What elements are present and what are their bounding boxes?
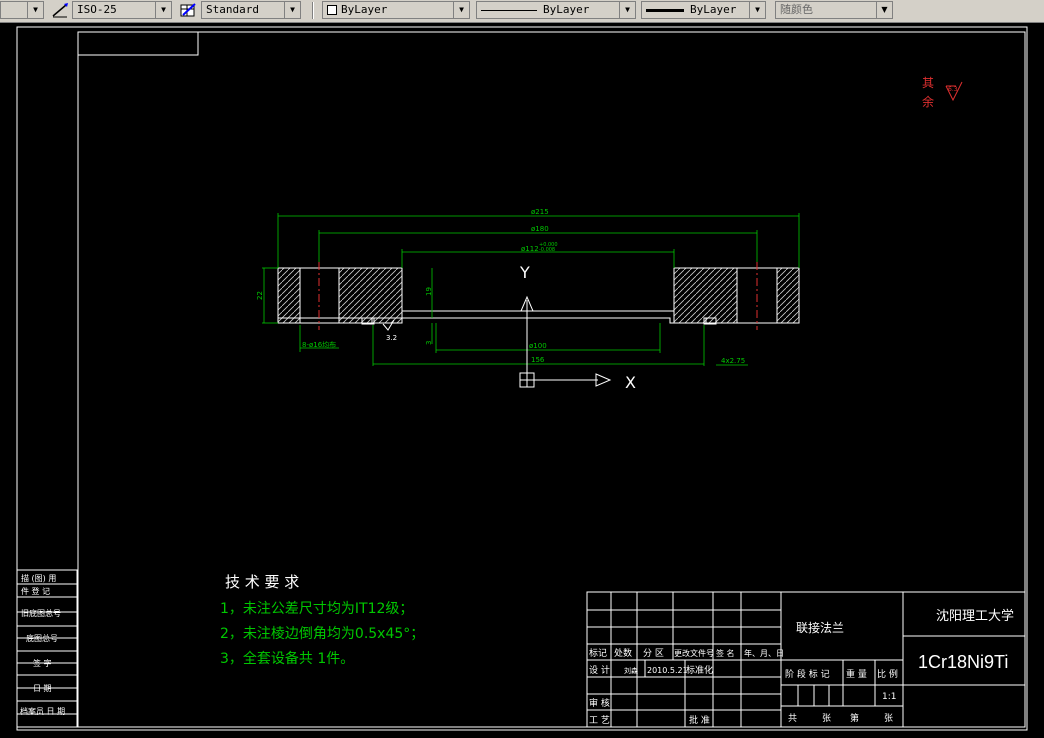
tech-item-1: 1，未注公差尺寸均为IT12级； [220,601,413,617]
ucs-icon: Y X [519,263,636,392]
color-value: ByLayer [341,3,388,16]
drawing-canvas[interactable]: 其 余 6.3 3.2 ø215 ø180 ø112 +0.000 -0.008… [0,22,1044,738]
side-label: 签 字 [33,658,52,668]
dim-outer-dia: ø215 [531,208,549,216]
axis-x-label: X [625,373,636,392]
color-swatch-icon [327,5,337,15]
design-date: 2010.5.21 [647,666,688,675]
hatch-left-outer [277,267,301,324]
surface-roughness-note: 其 余 6.3 [922,76,963,109]
sheet-label: 张 [884,713,893,724]
header-cell: 分 区 [643,648,664,659]
axis-y-label: Y [519,263,530,282]
side-label: 日 期 [33,684,52,693]
header-cell: 更改文件号 [674,648,714,658]
header-cell: 年、月、日 [744,648,784,658]
dim-thickness: 22 [256,291,264,300]
lineweight-preview [646,8,684,12]
school-name: 沈阳理工大学 [936,608,1014,624]
title-block-text: 联接法兰 沈阳理工大学 1Cr18Ni9Ti 标记 处数 分 区 更改文件号 签… [589,608,1014,726]
tech-item-3: 3，全套设备共 1件。 [220,650,354,667]
dim-156: 156 [531,356,545,364]
properties-toolbar: ▼ ISO-25 ▼ Standard ▼ ByLayer ▼ ByLayer ▼ By… [0,0,1044,23]
color-select[interactable]: ByLayer ▼ [322,1,470,19]
chevron-down-icon[interactable]: ▼ [453,2,469,18]
lineweight-select[interactable]: ByLayer ▼ [641,1,766,19]
stage-label: 阶 段 标 记 [785,668,830,680]
drawing-frame [16,26,1028,731]
dim-bolt-circle: ø180 [531,225,549,233]
side-label: 件 登 记 [21,586,50,596]
hatch-right-inner [673,267,738,324]
linetype-preview [481,9,537,11]
weight-label: 重 量 [846,668,867,680]
dim-bore-dia: ø112 [521,245,539,253]
side-label: 档案员 日 期 [20,706,65,716]
roughness-label: 3.2 [386,334,397,342]
hatch-right-outer [776,267,800,324]
design-label: 设 计 [589,664,610,676]
dim-chamfer: 4x2.75 [721,357,745,365]
tech-heading: 技 术 要 求 [225,573,299,591]
side-block-labels: 描 (图) 用 件 登 记 旧底图总号 底图总号 签 字 日 期 档案员 日 期 [20,573,65,716]
review-label: 审 核 [589,697,610,709]
dim-holes: 8-ø16均布 [302,340,336,349]
dim-inner-dia: ø100 [529,342,547,350]
side-label: 底图总号 [26,633,58,643]
chevron-down-icon[interactable]: ▼ [876,2,892,18]
side-label: 旧底图总号 [21,608,61,618]
part-name: 联接法兰 [796,620,844,635]
chevron-down-icon[interactable]: ▼ [284,2,300,18]
plotstyle-value: 随颜色 [780,3,813,16]
sheet-label: 张 [822,713,831,724]
note-char-2: 余 [922,94,934,109]
dimstyle-value: ISO-25 [77,3,117,16]
table-style-icon[interactable] [178,1,198,20]
side-label: 描 (图) 用 [21,573,56,583]
sheet-label: 共 [788,713,797,724]
lineweight-value: ByLayer [690,3,737,16]
tech-requirements: 技 术 要 求 1，未注公差尺寸均为IT12级； 2，未注棱边倒角均为0.5x4… [220,573,424,667]
previous-combo[interactable]: ▼ [0,1,44,19]
designer: 刘森 [624,666,638,675]
scale-value: 1:1 [882,692,896,702]
dimension-texts: ø215 ø180 ø112 +0.000 -0.008 ø100 156 8-… [256,208,745,365]
chevron-down-icon[interactable]: ▼ [749,2,765,18]
dim-depth: 19 [425,287,433,296]
tech-item-2: 2，未注棱边倒角均为0.5x45°； [220,626,424,642]
material: 1Cr18Ni9Ti [918,652,1008,672]
chevron-down-icon[interactable]: ▼ [619,2,635,18]
dimension-style-icon[interactable] [50,1,70,20]
toolbar-separator [312,2,314,19]
hatch-left-inner [338,267,403,324]
header-cell: 处数 [614,647,632,659]
std-label: 标准化 [686,664,713,676]
scale-label: 比 例 [877,668,898,680]
sheet-label: 第 [850,712,859,724]
note-char-1: 其 [922,76,934,90]
chevron-down-icon[interactable]: ▼ [155,2,171,18]
process-label: 工 艺 [589,715,610,726]
plotstyle-select[interactable]: 随颜色 ▼ [775,1,893,19]
dim-step: 3 [425,341,433,345]
tablestyle-select[interactable]: Standard ▼ [201,1,301,19]
roughness-value: 6.3 [948,86,958,93]
approve-label: 批 准 [689,714,710,726]
dimstyle-select[interactable]: ISO-25 ▼ [72,1,172,19]
tablestyle-value: Standard [206,3,259,16]
linetype-select[interactable]: ByLayer ▼ [476,1,636,19]
linetype-value: ByLayer [543,3,590,16]
header-cell: 签 名 [716,648,735,658]
chevron-down-icon[interactable]: ▼ [27,2,43,18]
header-cell: 标记 [589,647,607,659]
dim-bore-tol-lower: -0.008 [539,247,555,253]
flange-section-view: 3.2 [277,262,800,342]
